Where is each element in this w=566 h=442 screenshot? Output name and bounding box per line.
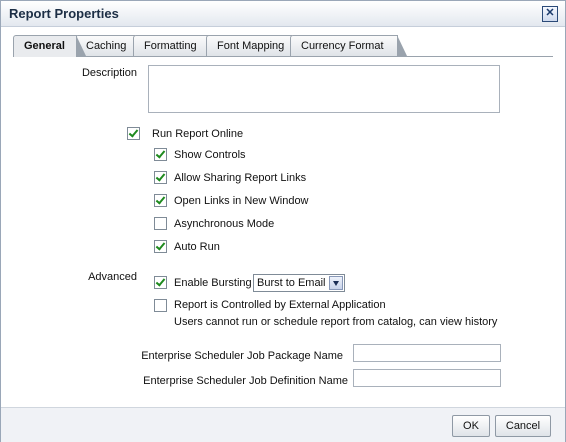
job-definition-input[interactable] <box>353 369 501 387</box>
auto-run-label: Auto Run <box>174 241 220 253</box>
job-package-label: Enterprise Scheduler Job Package Name <box>141 350 343 362</box>
show-controls-label: Show Controls <box>174 149 246 161</box>
enable-bursting-label: Enable Bursting <box>174 277 252 289</box>
tab-formatting[interactable]: Formatting <box>133 35 218 56</box>
report-properties-dialog: Report Properties ✕ General Caching Form… <box>0 0 566 442</box>
tab-font-mapping[interactable]: Font Mapping <box>206 35 301 56</box>
enable-bursting-checkbox[interactable] <box>154 276 167 289</box>
advanced-label: Advanced <box>88 271 137 283</box>
chevron-down-icon[interactable] <box>329 276 343 290</box>
asynchronous-mode-label: Asynchronous Mode <box>174 218 275 230</box>
dialog-titlebar: Report Properties ✕ <box>1 1 565 27</box>
dialog-footer: OK Cancel <box>1 407 565 442</box>
auto-run-checkbox[interactable] <box>154 240 167 253</box>
bursting-select[interactable]: Burst to Email <box>253 274 345 292</box>
close-icon[interactable]: ✕ <box>542 6 558 22</box>
run-report-online-checkbox[interactable] <box>127 127 140 140</box>
open-links-label: Open Links in New Window <box>174 195 309 207</box>
open-links-checkbox[interactable] <box>154 194 167 207</box>
external-application-checkbox[interactable] <box>154 299 167 312</box>
job-definition-label: Enterprise Scheduler Job Definition Name <box>143 375 348 387</box>
description-label: Description <box>81 67 137 79</box>
cancel-button[interactable]: Cancel <box>495 415 551 437</box>
description-textarea[interactable] <box>148 65 500 113</box>
tab-panel-divider <box>13 56 553 57</box>
tab-currency-format[interactable]: Currency Format <box>290 35 407 56</box>
show-controls-checkbox[interactable] <box>154 148 167 161</box>
bursting-select-value: Burst to Email <box>257 277 326 289</box>
external-application-label: Report is Controlled by External Applica… <box>174 299 386 311</box>
asynchronous-mode-checkbox[interactable] <box>154 217 167 230</box>
job-package-input[interactable] <box>353 344 501 362</box>
ok-button[interactable]: OK <box>452 415 490 437</box>
allow-sharing-label: Allow Sharing Report Links <box>174 172 307 184</box>
external-application-note: Users cannot run or schedule report from… <box>174 316 498 328</box>
run-report-online-label: Run Report Online <box>152 128 244 140</box>
tab-general[interactable]: General <box>13 35 86 57</box>
dialog-title: Report Properties <box>9 6 119 21</box>
allow-sharing-checkbox[interactable] <box>154 171 167 184</box>
